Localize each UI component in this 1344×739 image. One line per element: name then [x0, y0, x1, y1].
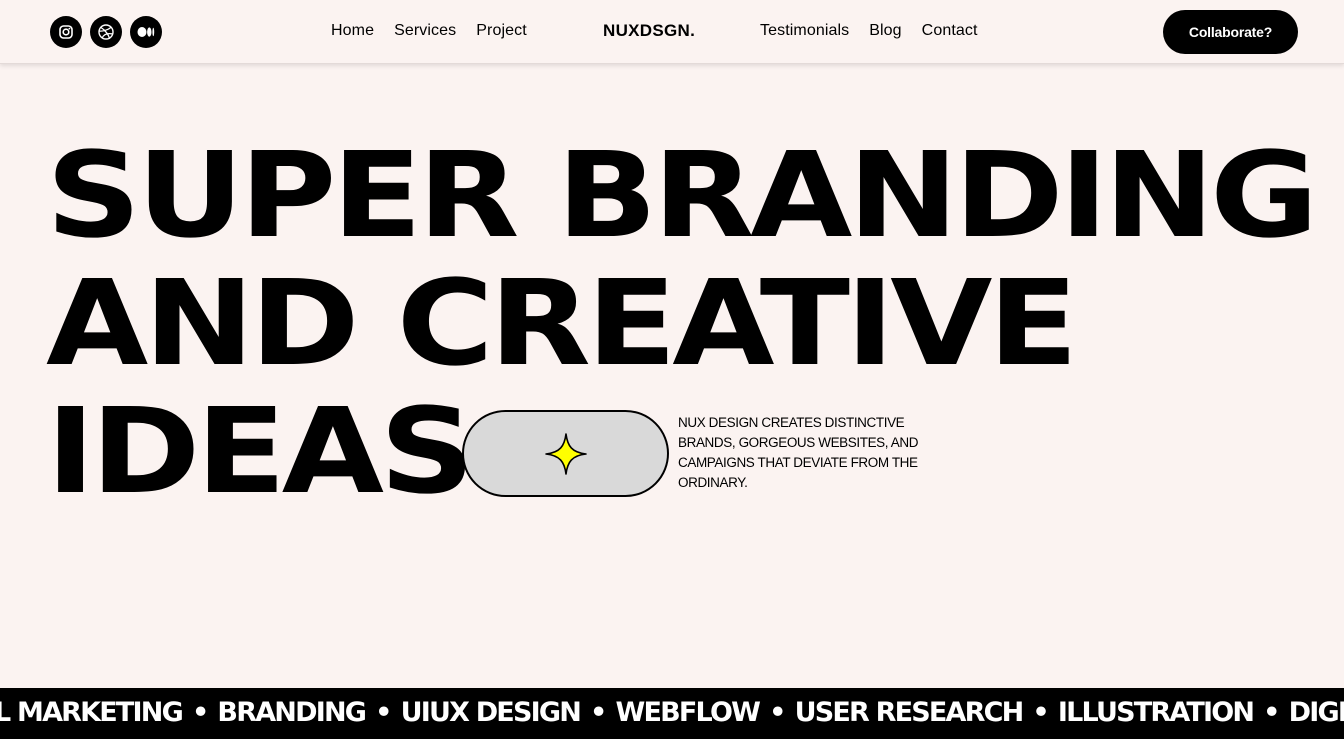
- nav-blog[interactable]: Blog: [869, 21, 901, 41]
- dribbble-icon: [98, 24, 114, 40]
- services-marquee: L MARKETING • BRANDING • UIUX DESIGN • WEBFLOW…: [0, 688, 1344, 739]
- page: Home Services Project NUXDSGN. Testimoni…: [0, 0, 1344, 739]
- marquee-item: WEBFLOW: [615, 697, 760, 728]
- marquee-separator: •: [590, 697, 607, 728]
- marquee-separator: •: [191, 697, 209, 728]
- marquee-separator: •: [1263, 697, 1280, 728]
- marquee-item: UIUX DESIGN: [400, 697, 582, 728]
- hero-heading-line-1: SUPER BRANDING: [46, 126, 1319, 264]
- marquee-track: L MARKETING • BRANDING • UIUX DESIGN • WEBFLOW…: [0, 697, 1344, 729]
- medium-icon: [137, 27, 155, 37]
- nav-right: Testimonials Blog Contact: [760, 21, 978, 41]
- instagram-link[interactable]: [50, 16, 82, 48]
- medium-link[interactable]: [130, 16, 162, 48]
- sparkle-icon: [544, 432, 587, 475]
- marquee-separator: •: [1032, 697, 1049, 728]
- hero-heading-line-2: AND CREATIVE: [46, 254, 1078, 392]
- instagram-icon: [59, 25, 73, 39]
- marquee-separator: •: [375, 697, 392, 728]
- dribbble-link[interactable]: [90, 16, 122, 48]
- site-logo[interactable]: NUXDSGN.: [603, 21, 695, 41]
- hero-heading-line-3: IDEAS: [46, 382, 475, 520]
- marquee-item: BRANDING: [217, 697, 366, 728]
- marquee-item: L MARKETING: [0, 697, 184, 728]
- site-header: Home Services Project NUXDSGN. Testimoni…: [0, 0, 1344, 64]
- nav-home[interactable]: Home: [331, 21, 374, 41]
- sparkle-pill: [462, 410, 669, 497]
- nav-services[interactable]: Services: [394, 21, 456, 41]
- social-links: [50, 16, 162, 48]
- nav-testimonials[interactable]: Testimonials: [760, 21, 849, 41]
- hero-tagline: NUX DESIGN CREATES DISTINCTIVE BRANDS, G…: [678, 415, 919, 490]
- nav-project[interactable]: Project: [476, 21, 527, 41]
- marquee-item: USER RESEARCH: [794, 697, 1025, 728]
- nav-contact[interactable]: Contact: [922, 21, 978, 41]
- marquee-item: DIGITA: [1288, 697, 1344, 728]
- collaborate-button[interactable]: Collaborate?: [1163, 10, 1298, 54]
- nav-left: Home Services Project: [331, 21, 527, 41]
- marquee-item: ILLUSTRATION: [1057, 697, 1255, 728]
- marquee-separator: •: [769, 697, 786, 728]
